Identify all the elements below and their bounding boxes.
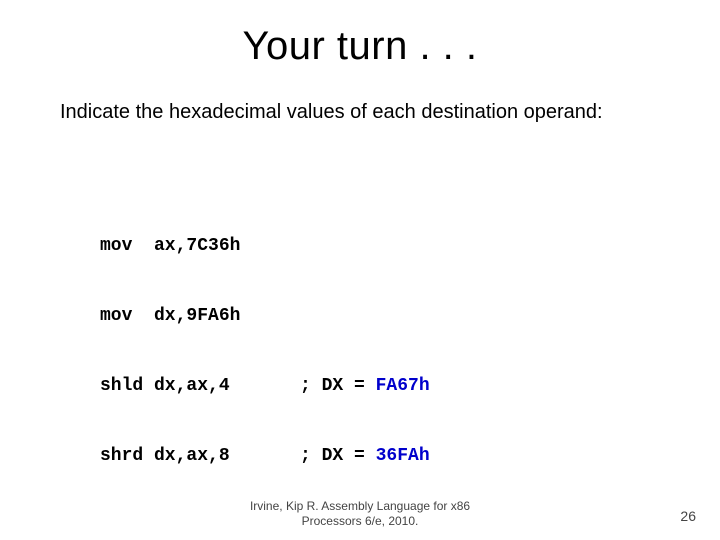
code-line: shrd dx,ax,8 ; DX = 36FAh (100, 445, 430, 468)
code-line: shld dx,ax,4 ; DX = FA67h (100, 375, 430, 398)
footer-citation: Irvine, Kip R. Assembly Language for x86… (0, 499, 720, 528)
slide-title: Your turn . . . (0, 24, 720, 69)
code-instruction: mov ax,7C36h (100, 235, 300, 258)
footer-line: Irvine, Kip R. Assembly Language for x86 (0, 499, 720, 513)
code-line: mov dx,9FA6h (100, 305, 430, 328)
code-block: mov ax,7C36h mov dx,9FA6h shld dx,ax,4 ;… (100, 188, 430, 515)
code-instruction: shld dx,ax,4 (100, 375, 300, 398)
footer-line: Processors 6/e, 2010. (0, 514, 720, 528)
code-instruction: mov dx,9FA6h (100, 305, 300, 328)
slide: Your turn . . . Indicate the hexadecimal… (0, 0, 720, 540)
code-comment: ; DX = 36FAh (300, 445, 430, 468)
code-line: mov ax,7C36h (100, 235, 430, 258)
answer-value: FA67h (376, 376, 430, 396)
prompt-text: Indicate the hexadecimal values of each … (60, 100, 660, 125)
comment-prefix: ; DX = (300, 446, 376, 466)
page-number: 26 (680, 508, 696, 524)
code-instruction: shrd dx,ax,8 (100, 445, 300, 468)
comment-prefix: ; DX = (300, 376, 376, 396)
answer-value: 36FAh (376, 446, 430, 466)
code-comment: ; DX = FA67h (300, 375, 430, 398)
